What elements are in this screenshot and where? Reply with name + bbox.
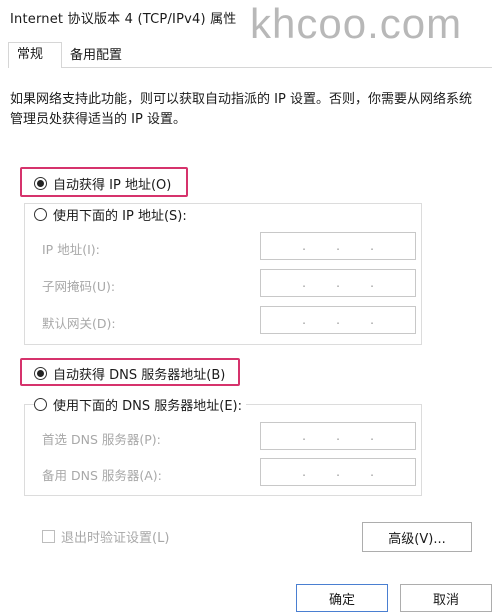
preferred-dns-input[interactable]: ... — [260, 422, 416, 450]
ip-auto-radio[interactable]: 自动获得 IP 地址(O) — [34, 174, 171, 193]
dns-auto-label: 自动获得 DNS 服务器地址(B) — [53, 368, 226, 383]
ip-address-input[interactable]: ... — [260, 232, 416, 260]
radio-unselected-icon — [34, 208, 47, 221]
alternate-dns-label: 备用 DNS 服务器(A): — [42, 468, 162, 483]
ip-manual-label: 使用下面的 IP 地址(S): — [53, 209, 187, 224]
subnet-mask-label: 子网掩码(U): — [42, 279, 116, 294]
ip-auto-label: 自动获得 IP 地址(O) — [53, 178, 172, 193]
tab-general[interactable]: 常规 — [8, 42, 62, 68]
validate-on-exit-checkbox[interactable]: 退出时验证设置(L) — [42, 527, 169, 546]
validate-on-exit-label: 退出时验证设置(L) — [61, 531, 170, 546]
alternate-dns-input[interactable]: ... — [260, 458, 416, 486]
preferred-dns-label: 首选 DNS 服务器(P): — [42, 432, 161, 447]
radio-selected-icon — [34, 177, 47, 190]
dns-manual-label: 使用下面的 DNS 服务器地址(E): — [53, 399, 242, 414]
advanced-button[interactable]: 高级(V)... — [362, 522, 472, 552]
general-panel: 如果网络支持此功能，则可以获取自动指派的 IP 设置。否则，你需要从网络系统管理… — [8, 67, 492, 587]
dns-manual-radio[interactable]: 使用下面的 DNS 服务器地址(E): — [34, 395, 246, 414]
ip-manual-radio[interactable]: 使用下面的 IP 地址(S): — [34, 205, 191, 224]
description-text: 如果网络支持此功能，则可以获取自动指派的 IP 设置。否则，你需要从网络系统管理… — [10, 92, 472, 127]
checkbox-icon — [42, 530, 55, 543]
window-title: Internet 协议版本 4 (TCP/IPv4) 属性 — [10, 12, 237, 27]
default-gateway-label: 默认网关(D): — [42, 316, 116, 331]
radio-unselected-icon — [34, 398, 47, 411]
default-gateway-input[interactable]: ... — [260, 306, 416, 334]
radio-selected-icon — [34, 367, 47, 380]
ip-address-label: IP 地址(I): — [42, 242, 100, 257]
dns-auto-radio[interactable]: 自动获得 DNS 服务器地址(B) — [34, 364, 225, 383]
watermark: khcoo.com — [250, 0, 463, 47]
subnet-mask-input[interactable]: ... — [260, 269, 416, 297]
